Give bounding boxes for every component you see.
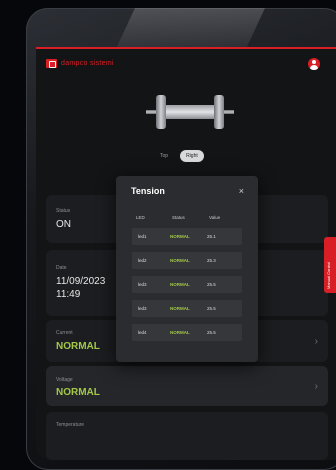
logo-mark-icon bbox=[46, 59, 57, 68]
manual-control-tab[interactable]: Manual Control bbox=[324, 237, 336, 293]
table-row[interactable]: led3 NORMAL 25.5 bbox=[132, 276, 242, 293]
user-icon[interactable] bbox=[308, 58, 320, 70]
table-row[interactable]: led4 NORMAL 25.5 bbox=[132, 324, 242, 341]
date-value: 11/09/2023 bbox=[56, 276, 106, 287]
cell-led: led4 bbox=[138, 330, 147, 335]
cell-status: NORMAL bbox=[170, 282, 190, 287]
cell-value: 25.5 bbox=[207, 306, 216, 311]
cell-led: led3 bbox=[138, 306, 147, 311]
temperature-card[interactable]: Temperature bbox=[46, 412, 328, 460]
current-value: NORMAL bbox=[56, 341, 100, 352]
view-toggle: Top Right bbox=[154, 150, 204, 162]
table-row[interactable]: led3 NORMAL 25.5 bbox=[132, 300, 242, 317]
table-row[interactable]: led2 NORMAL 25.3 bbox=[132, 252, 242, 269]
modal-title: Tension bbox=[131, 186, 165, 196]
chevron-right-icon[interactable]: › bbox=[315, 381, 318, 392]
close-icon[interactable]: × bbox=[239, 186, 244, 196]
tension-modal: Tension × LED Status Value led1 NORMAL 2… bbox=[116, 176, 258, 362]
chevron-right-icon[interactable]: › bbox=[315, 336, 318, 347]
brand-logo[interactable]: dampco sistemi bbox=[46, 59, 114, 68]
voltage-value: NORMAL bbox=[56, 387, 100, 398]
cell-value: 25.5 bbox=[207, 282, 216, 287]
column-status: Status bbox=[172, 215, 185, 220]
cell-value: 25.5 bbox=[207, 330, 216, 335]
temperature-label: Temperature bbox=[56, 422, 85, 428]
brand-name: dampco sistemi bbox=[61, 60, 114, 67]
time-value: 11:49 bbox=[56, 289, 81, 300]
status-value: ON bbox=[56, 219, 71, 230]
cell-value: 25.3 bbox=[207, 258, 216, 263]
status-label: Status bbox=[56, 208, 71, 214]
cell-status: NORMAL bbox=[170, 306, 190, 311]
table-row[interactable]: led1 NORMAL 25.1 bbox=[132, 228, 242, 245]
cell-led: led3 bbox=[138, 282, 147, 287]
voltage-label: Voltage bbox=[56, 377, 73, 383]
toggle-right[interactable]: Right bbox=[180, 150, 204, 162]
table-header: LED Status Value bbox=[134, 215, 244, 223]
toggle-top[interactable]: Top bbox=[154, 150, 174, 162]
voltage-card[interactable]: Voltage NORMAL › bbox=[46, 366, 328, 406]
cell-led: led1 bbox=[138, 234, 147, 239]
top-bar: dampco sistemi bbox=[36, 49, 336, 77]
column-led: LED bbox=[136, 215, 145, 220]
cell-status: NORMAL bbox=[170, 330, 190, 335]
date-label: Date bbox=[56, 265, 67, 271]
cell-led: led2 bbox=[138, 258, 147, 263]
cell-value: 25.1 bbox=[207, 234, 216, 239]
cell-status: NORMAL bbox=[170, 234, 190, 239]
manual-control-label: Manual Control bbox=[326, 261, 331, 289]
cell-status: NORMAL bbox=[170, 258, 190, 263]
column-value: Value bbox=[209, 215, 221, 220]
spool-image bbox=[146, 95, 234, 131]
app-screen: dampco sistemi Top Right Status ON Date … bbox=[36, 47, 336, 460]
current-label: Current bbox=[56, 330, 73, 336]
